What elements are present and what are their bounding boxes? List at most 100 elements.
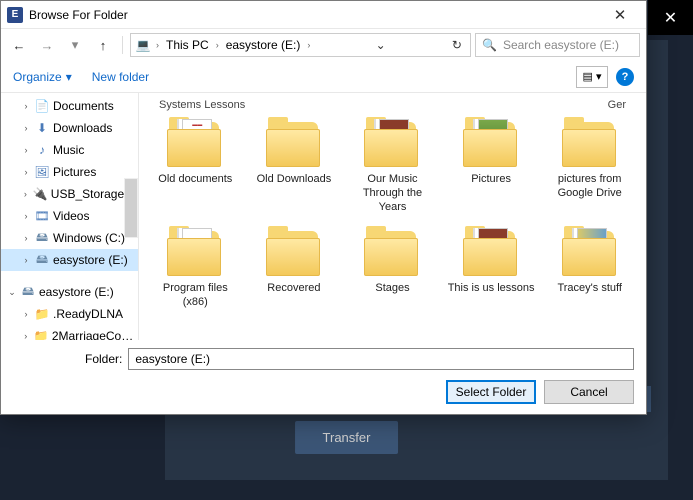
down-icon: ⬇: [34, 120, 50, 136]
chevron-icon: ›: [304, 40, 313, 50]
vid-icon: 🎞: [34, 208, 50, 224]
tree-item[interactable]: ›🖴easystore (E:): [1, 249, 138, 271]
refresh-icon: ↻: [452, 38, 462, 52]
docs-icon: 📄: [34, 98, 50, 114]
tree-item-label: Music: [53, 143, 84, 157]
cancel-button[interactable]: Cancel: [544, 380, 634, 404]
up-icon: ↑: [100, 38, 107, 53]
expand-icon[interactable]: ›: [21, 189, 30, 199]
folder-item[interactable]: Recovered: [248, 224, 341, 312]
cutoff-item-label: Ger: [608, 99, 626, 111]
folder-item-label: Stages: [375, 282, 409, 296]
address-dropdown[interactable]: ⌄: [372, 38, 390, 52]
footer: Folder: Select Folder Cancel: [1, 340, 646, 414]
breadcrumb-this-pc[interactable]: This PC: [164, 38, 211, 52]
browse-folder-dialog: E Browse For Folder ✕ ← → ▾ ↑ 💻 › This P…: [0, 0, 647, 415]
nav-row: ← → ▾ ↑ 💻 › This PC › easystore (E:) › ⌄…: [1, 29, 646, 61]
search-input[interactable]: 🔍 Search easystore (E:): [475, 33, 640, 57]
search-icon: 🔍: [482, 38, 497, 52]
up-button[interactable]: ↑: [91, 33, 115, 57]
address-bar[interactable]: 💻 › This PC › easystore (E:) › ⌄ ↻: [130, 33, 471, 57]
expand-icon[interactable]: ›: [21, 167, 31, 177]
expand-icon[interactable]: ⌄: [7, 287, 17, 298]
back-button[interactable]: ←: [7, 33, 31, 57]
separator: [122, 36, 123, 54]
expand-icon[interactable]: ›: [21, 309, 31, 319]
folder-item-label: Recovered: [267, 282, 320, 296]
tree-item-label: Documents: [53, 99, 114, 113]
folder-input[interactable]: [128, 348, 634, 370]
tree-item[interactable]: ›🖴Windows (C:): [1, 227, 138, 249]
folder-item[interactable]: pictures from Google Drive: [543, 115, 636, 216]
folder-item[interactable]: Old Downloads: [248, 115, 341, 216]
expand-icon[interactable]: ›: [21, 211, 31, 221]
folder-icon: ▬▬▬▬▬▬▬: [164, 117, 226, 169]
expand-icon[interactable]: ›: [21, 233, 31, 243]
expand-icon[interactable]: ›: [21, 101, 31, 111]
tree-item[interactable]: ›📄Documents: [1, 95, 138, 117]
pc-icon: 💻: [135, 37, 151, 53]
expand-icon[interactable]: ›: [21, 331, 31, 340]
folder-item[interactable]: This is us lessons: [445, 224, 538, 312]
cutoff-row: Systems Lessons Ger: [149, 99, 636, 115]
recent-dropdown[interactable]: ▾: [63, 33, 87, 57]
folder-item[interactable]: Pictures: [445, 115, 538, 216]
folder-icon: [263, 226, 325, 278]
refresh-button[interactable]: ↻: [448, 38, 466, 52]
tree-item[interactable]: ›🎞Videos: [1, 205, 138, 227]
folder-icon: [559, 226, 621, 278]
tree-item[interactable]: ›⬇Downloads: [1, 117, 138, 139]
folder-item[interactable]: Program files (x86): [149, 224, 242, 312]
expand-icon[interactable]: ›: [21, 255, 31, 265]
chevron-icon: ›: [153, 40, 162, 50]
scrollbar-thumb[interactable]: [124, 178, 138, 238]
bg-close-button[interactable]: ✕: [648, 0, 693, 35]
tree-item[interactable]: ›♪Music: [1, 139, 138, 161]
expand-icon[interactable]: ›: [21, 123, 31, 133]
folder-item[interactable]: Tracey's stuff: [543, 224, 636, 312]
folder-icon: [263, 117, 325, 169]
cutoff-item-label: Systems Lessons: [159, 99, 245, 111]
tree-item[interactable]: ›📁.ReadyDLNA: [1, 303, 138, 325]
fold-icon: 📁: [34, 306, 50, 322]
folder-item-label: Old documents: [158, 173, 232, 187]
tree-item-label: Downloads: [53, 121, 112, 135]
new-folder-button[interactable]: New folder: [92, 70, 149, 84]
folder-content[interactable]: Systems Lessons Ger ▬▬▬▬▬▬▬ Old documents…: [139, 93, 646, 340]
nav-tree: ›📄Documents›⬇Downloads›♪Music›🖼Pictures›…: [1, 93, 139, 340]
folder-icon: [164, 226, 226, 278]
folder-item-label: This is us lessons: [448, 282, 535, 296]
organize-button[interactable]: Organize ▾: [13, 70, 72, 84]
forward-icon: →: [41, 38, 54, 53]
bg-transfer-button[interactable]: Transfer: [295, 421, 399, 454]
tree-item-label: Pictures: [53, 165, 96, 179]
tree-item[interactable]: ›🖼Pictures: [1, 161, 138, 183]
tree-item[interactable]: ›🔌USB_Storage Rea: [1, 183, 138, 205]
pic-icon: 🖼: [34, 164, 50, 180]
app-icon: E: [7, 7, 23, 23]
tree-item[interactable]: ⌄🖴easystore (E:): [1, 281, 138, 303]
folder-item-label: Tracey's stuff: [557, 282, 621, 296]
expand-icon[interactable]: ›: [21, 145, 31, 155]
titlebar: E Browse For Folder ✕: [1, 1, 646, 29]
tree-item-label: Windows (C:): [53, 231, 125, 245]
chevron-down-icon: ▾: [72, 37, 79, 53]
select-folder-button[interactable]: Select Folder: [446, 380, 536, 404]
drv-icon: 🖴: [20, 284, 36, 300]
forward-button[interactable]: →: [35, 33, 59, 57]
breadcrumb-easystore[interactable]: easystore (E:): [224, 38, 303, 52]
folder-item-label: Old Downloads: [257, 173, 332, 187]
view-mode-button[interactable]: ▤ ▾: [576, 66, 608, 88]
folder-icon: [361, 226, 423, 278]
music-icon: ♪: [34, 142, 50, 158]
back-icon: ←: [13, 38, 26, 53]
folder-row: Folder:: [13, 348, 634, 370]
close-button[interactable]: ✕: [600, 1, 640, 29]
folder-icon: [559, 117, 621, 169]
tree-item[interactable]: ›📁2MarriageConfer: [1, 325, 138, 340]
folder-item[interactable]: Stages: [346, 224, 439, 312]
folder-item[interactable]: ▬▬▬▬▬▬▬ Old documents: [149, 115, 242, 216]
drv-icon: 🖴: [34, 230, 50, 246]
folder-item[interactable]: Our Music Through the Years: [346, 115, 439, 216]
help-button[interactable]: ?: [616, 68, 634, 86]
